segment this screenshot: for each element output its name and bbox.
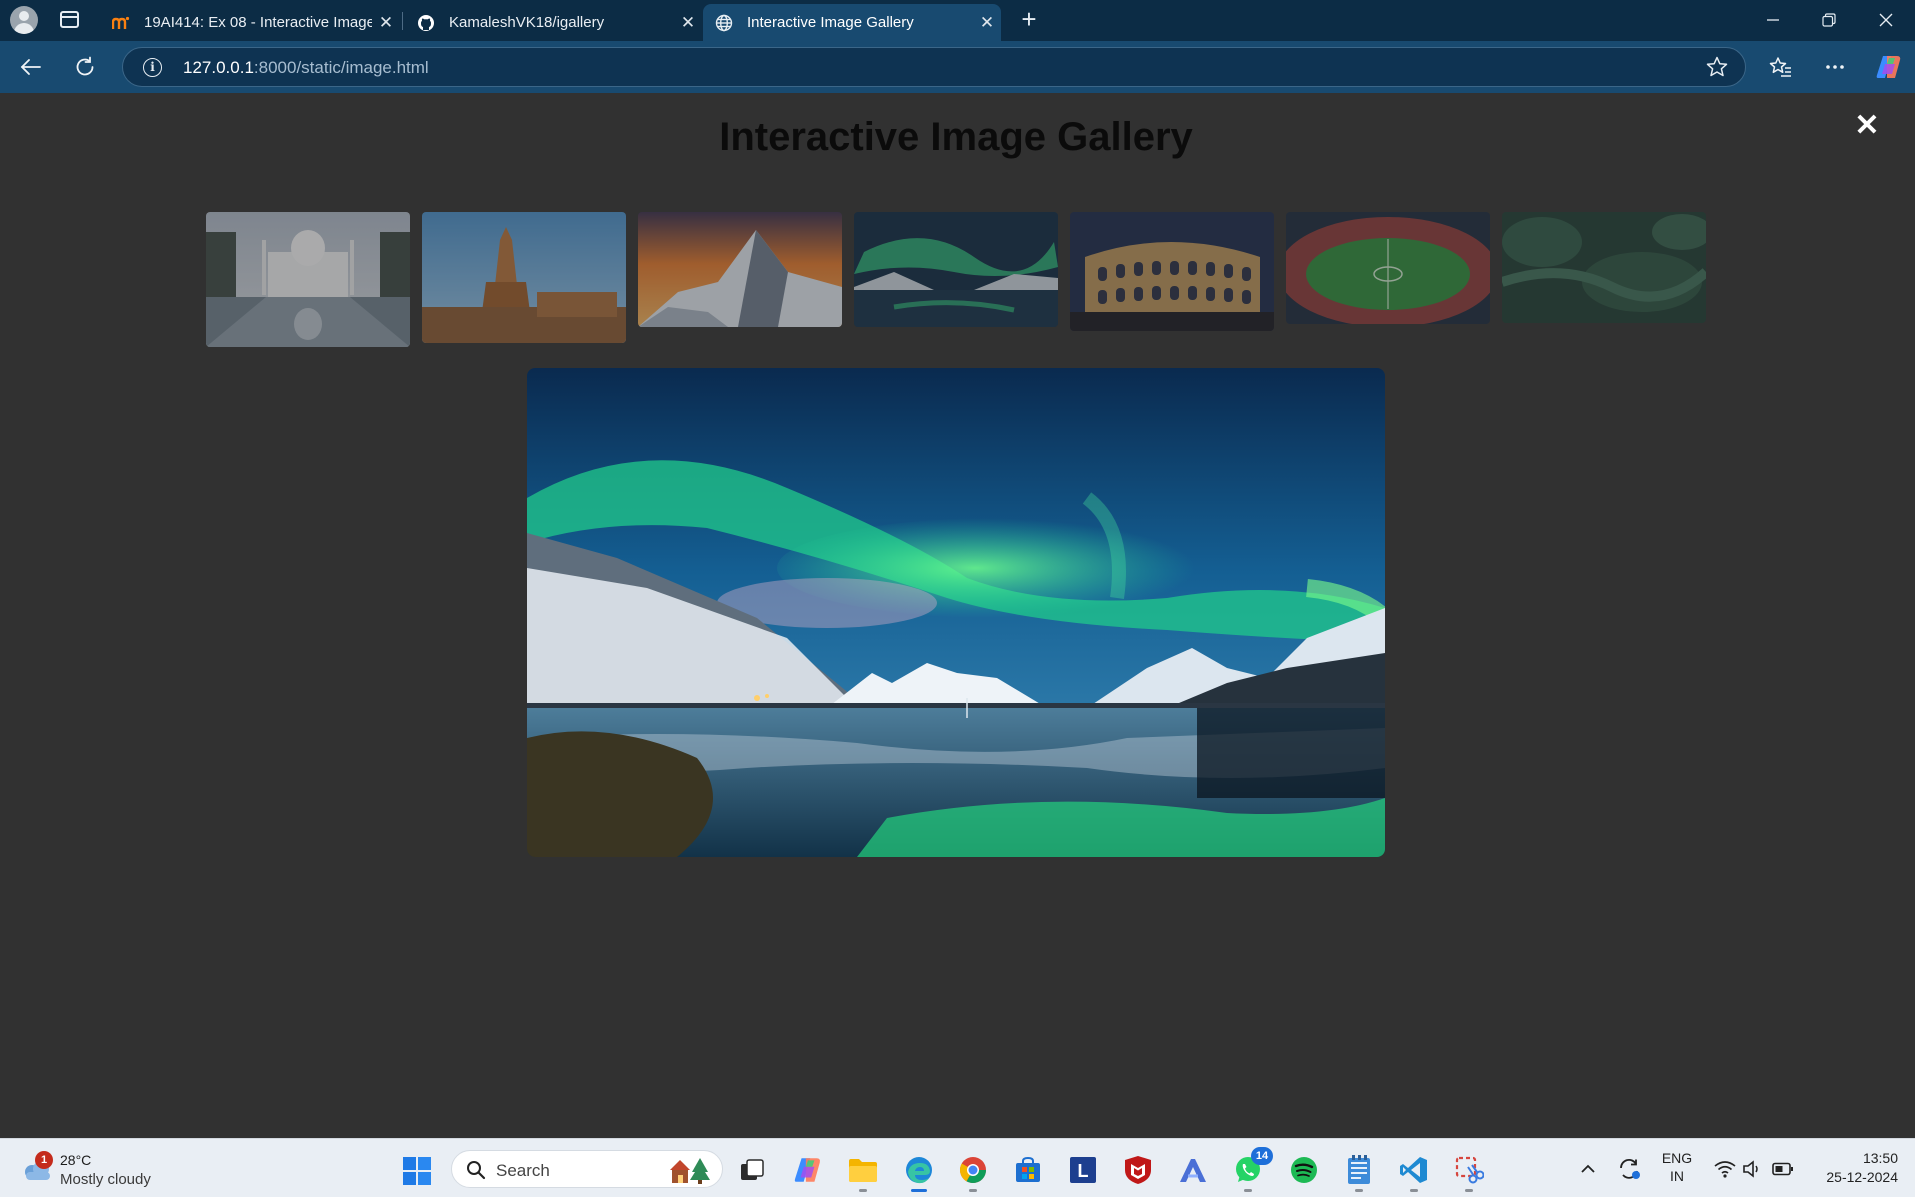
site-info-icon[interactable]: i	[143, 58, 162, 77]
running-indicator	[1410, 1189, 1418, 1192]
thumbnail-taj-mahal[interactable]	[206, 212, 410, 347]
tab-title: Interactive Image Gallery	[747, 14, 914, 31]
file-explorer-icon[interactable]	[846, 1153, 880, 1192]
close-tab-icon[interactable]: ✕	[973, 13, 1001, 33]
minimize-icon[interactable]	[1745, 0, 1801, 40]
main-gallery-image[interactable]	[527, 368, 1385, 857]
battery-icon[interactable]	[1770, 1149, 1796, 1189]
globe-icon	[715, 14, 733, 32]
weather-condition: Mostly cloudy	[60, 1171, 151, 1188]
weather-temperature: 28°C	[60, 1152, 92, 1168]
spotify-icon[interactable]	[1287, 1153, 1321, 1187]
mcafee-icon[interactable]	[1121, 1153, 1155, 1187]
favorite-star-icon[interactable]	[1705, 55, 1729, 79]
thumbnail-temple[interactable]	[422, 212, 626, 343]
running-indicator	[1465, 1189, 1473, 1192]
wifi-icon[interactable]	[1712, 1149, 1738, 1189]
tab-title: 19AI414: Ex 08 - Interactive Image	[144, 14, 372, 31]
close-window-icon[interactable]	[1858, 0, 1914, 40]
restore-icon[interactable]	[1801, 0, 1857, 40]
copilot-app-icon[interactable]	[791, 1153, 825, 1187]
svg-text:L: L	[1078, 1161, 1089, 1181]
chevron-up-icon[interactable]	[1576, 1149, 1600, 1189]
close-tab-icon[interactable]: ✕	[674, 13, 702, 33]
profile-avatar[interactable]	[10, 6, 38, 34]
volume-icon[interactable]	[1740, 1149, 1764, 1189]
microsoft-store-icon[interactable]	[1011, 1153, 1045, 1187]
tab-actions-icon[interactable]	[60, 11, 79, 28]
page-content: Interactive Image Gallery ✕	[0, 93, 1915, 1138]
running-indicator	[1355, 1189, 1363, 1192]
thumbnail-forest[interactable]	[1502, 212, 1706, 323]
new-tab-button[interactable]: +	[1014, 4, 1044, 36]
copilot-icon[interactable]	[1872, 50, 1906, 84]
edge-icon[interactable]	[902, 1153, 936, 1192]
language-indicator[interactable]: ENG IN	[1657, 1149, 1697, 1185]
close-tab-icon[interactable]: ✕	[372, 13, 400, 33]
clock-date: 25-12-2024	[1826, 1169, 1898, 1185]
snipping-tool-icon[interactable]	[1452, 1153, 1486, 1192]
moodle-icon	[112, 14, 130, 32]
tab-image-gallery[interactable]: Interactive Image Gallery ✕	[703, 4, 1001, 41]
region-code: IN	[1670, 1168, 1684, 1184]
back-arrow-icon[interactable]	[14, 50, 48, 84]
tab-separator	[402, 12, 403, 30]
thumbnail-colosseum[interactable]	[1070, 212, 1274, 331]
task-view-icon[interactable]	[735, 1153, 769, 1187]
page-title: Interactive Image Gallery	[719, 115, 1193, 159]
tab-moodle[interactable]: 19AI414: Ex 08 - Interactive Image ✕	[100, 4, 400, 41]
more-options-icon[interactable]	[1818, 50, 1852, 84]
browser-toolbar: i 127.0.0.1:8000/static/image.html	[0, 41, 1915, 93]
weather-alert-badge: 1	[35, 1151, 53, 1169]
tab-github[interactable]: KamaleshVK18/igallery ✕	[405, 4, 702, 41]
search-placeholder: Search	[496, 1161, 550, 1180]
vscode-icon[interactable]	[1397, 1153, 1431, 1192]
running-indicator	[859, 1189, 867, 1192]
system-clock[interactable]: 13:50 25-12-2024	[1806, 1149, 1898, 1187]
thumbnail-aurora[interactable]	[854, 212, 1058, 327]
tab-title: KamaleshVK18/igallery	[449, 14, 605, 31]
chrome-icon[interactable]	[956, 1153, 990, 1192]
browser-titlebar: 19AI414: Ex 08 - Interactive Image ✕ Kam…	[0, 0, 1915, 41]
sync-icon[interactable]	[1616, 1149, 1644, 1189]
whatsapp-badge: 14	[1251, 1147, 1273, 1165]
windows-start-icon[interactable]	[402, 1156, 432, 1186]
search-icon	[467, 1161, 486, 1180]
thumbnail-mountain-sunset[interactable]	[638, 212, 842, 327]
taskbar: 1 28°C Mostly cloudy Search L 14 ENG IN …	[0, 1138, 1915, 1197]
thumbnail-stadium[interactable]	[1286, 212, 1490, 324]
holiday-art-icon	[670, 1158, 710, 1184]
lens-l-icon[interactable]: L	[1066, 1153, 1100, 1187]
address-bar[interactable]: i 127.0.0.1:8000/static/image.html	[122, 47, 1746, 87]
taskbar-search[interactable]: Search	[451, 1150, 723, 1188]
active-app-indicator	[911, 1189, 927, 1192]
refresh-icon[interactable]	[68, 50, 102, 84]
github-icon	[417, 14, 435, 32]
weather-widget[interactable]: 1 28°C Mostly cloudy	[18, 1147, 198, 1191]
clock-time: 13:50	[1862, 1150, 1898, 1166]
language-code: ENG	[1661, 1150, 1693, 1166]
notepad-icon[interactable]	[1342, 1153, 1376, 1192]
favorites-icon[interactable]	[1764, 50, 1798, 84]
running-indicator	[969, 1189, 977, 1192]
app-a-icon[interactable]	[1176, 1153, 1210, 1187]
close-icon[interactable]: ✕	[1854, 111, 1880, 141]
whatsapp-icon[interactable]: 14	[1231, 1147, 1273, 1192]
url-text: 127.0.0.1:8000/static/image.html	[183, 58, 429, 77]
running-indicator	[1244, 1189, 1252, 1192]
